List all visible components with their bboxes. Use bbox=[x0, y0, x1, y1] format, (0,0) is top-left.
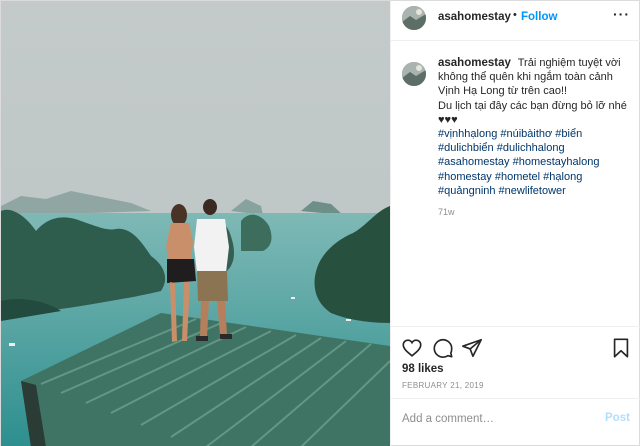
more-dots-icon[interactable]: ··· bbox=[613, 6, 630, 22]
caption-time-ago: 71w bbox=[438, 207, 455, 217]
likes-count[interactable]: 98 likes bbox=[402, 363, 444, 375]
avatar-photo-icon bbox=[402, 6, 426, 30]
comment-input[interactable] bbox=[402, 410, 592, 428]
caption-hashtags[interactable]: #vịnhhạlong #núibàithơ #biển #dulichbiển… bbox=[438, 128, 599, 197]
caption-section: asahomestay Trải nghiệm tuyệt vời không … bbox=[391, 41, 640, 326]
post-comment-button[interactable]: Post bbox=[605, 412, 630, 424]
post-photo[interactable] bbox=[1, 1, 390, 446]
header-username[interactable]: asahomestay bbox=[438, 11, 511, 23]
post-date: FEBRUARY 21, 2019 bbox=[402, 381, 484, 390]
avatar[interactable] bbox=[402, 6, 426, 30]
caption-username[interactable]: asahomestay bbox=[438, 57, 511, 69]
separator-dot: • bbox=[513, 9, 517, 21]
bookmark-icon[interactable] bbox=[610, 337, 632, 359]
avatar-photo-icon bbox=[402, 62, 426, 86]
caption-avatar[interactable] bbox=[402, 62, 426, 86]
heart-icon[interactable] bbox=[401, 337, 423, 359]
comment-icon[interactable] bbox=[432, 337, 454, 359]
post-header: asahomestay • Follow ··· bbox=[391, 1, 640, 41]
caption-body-line2: Du lịch tại đây các bạn đừng bỏ lỡ nhé ♥… bbox=[438, 99, 627, 126]
photo-image bbox=[1, 1, 390, 446]
post-side-panel: asahomestay • Follow ··· asahomestay Trả… bbox=[390, 1, 640, 446]
share-icon[interactable] bbox=[461, 337, 483, 359]
follow-button[interactable]: Follow bbox=[521, 11, 557, 23]
caption-text: asahomestay Trải nghiệm tuyệt vời không … bbox=[438, 56, 634, 198]
add-comment-bar: Post bbox=[391, 398, 640, 438]
instagram-post: asahomestay • Follow ··· asahomestay Trả… bbox=[0, 0, 640, 446]
